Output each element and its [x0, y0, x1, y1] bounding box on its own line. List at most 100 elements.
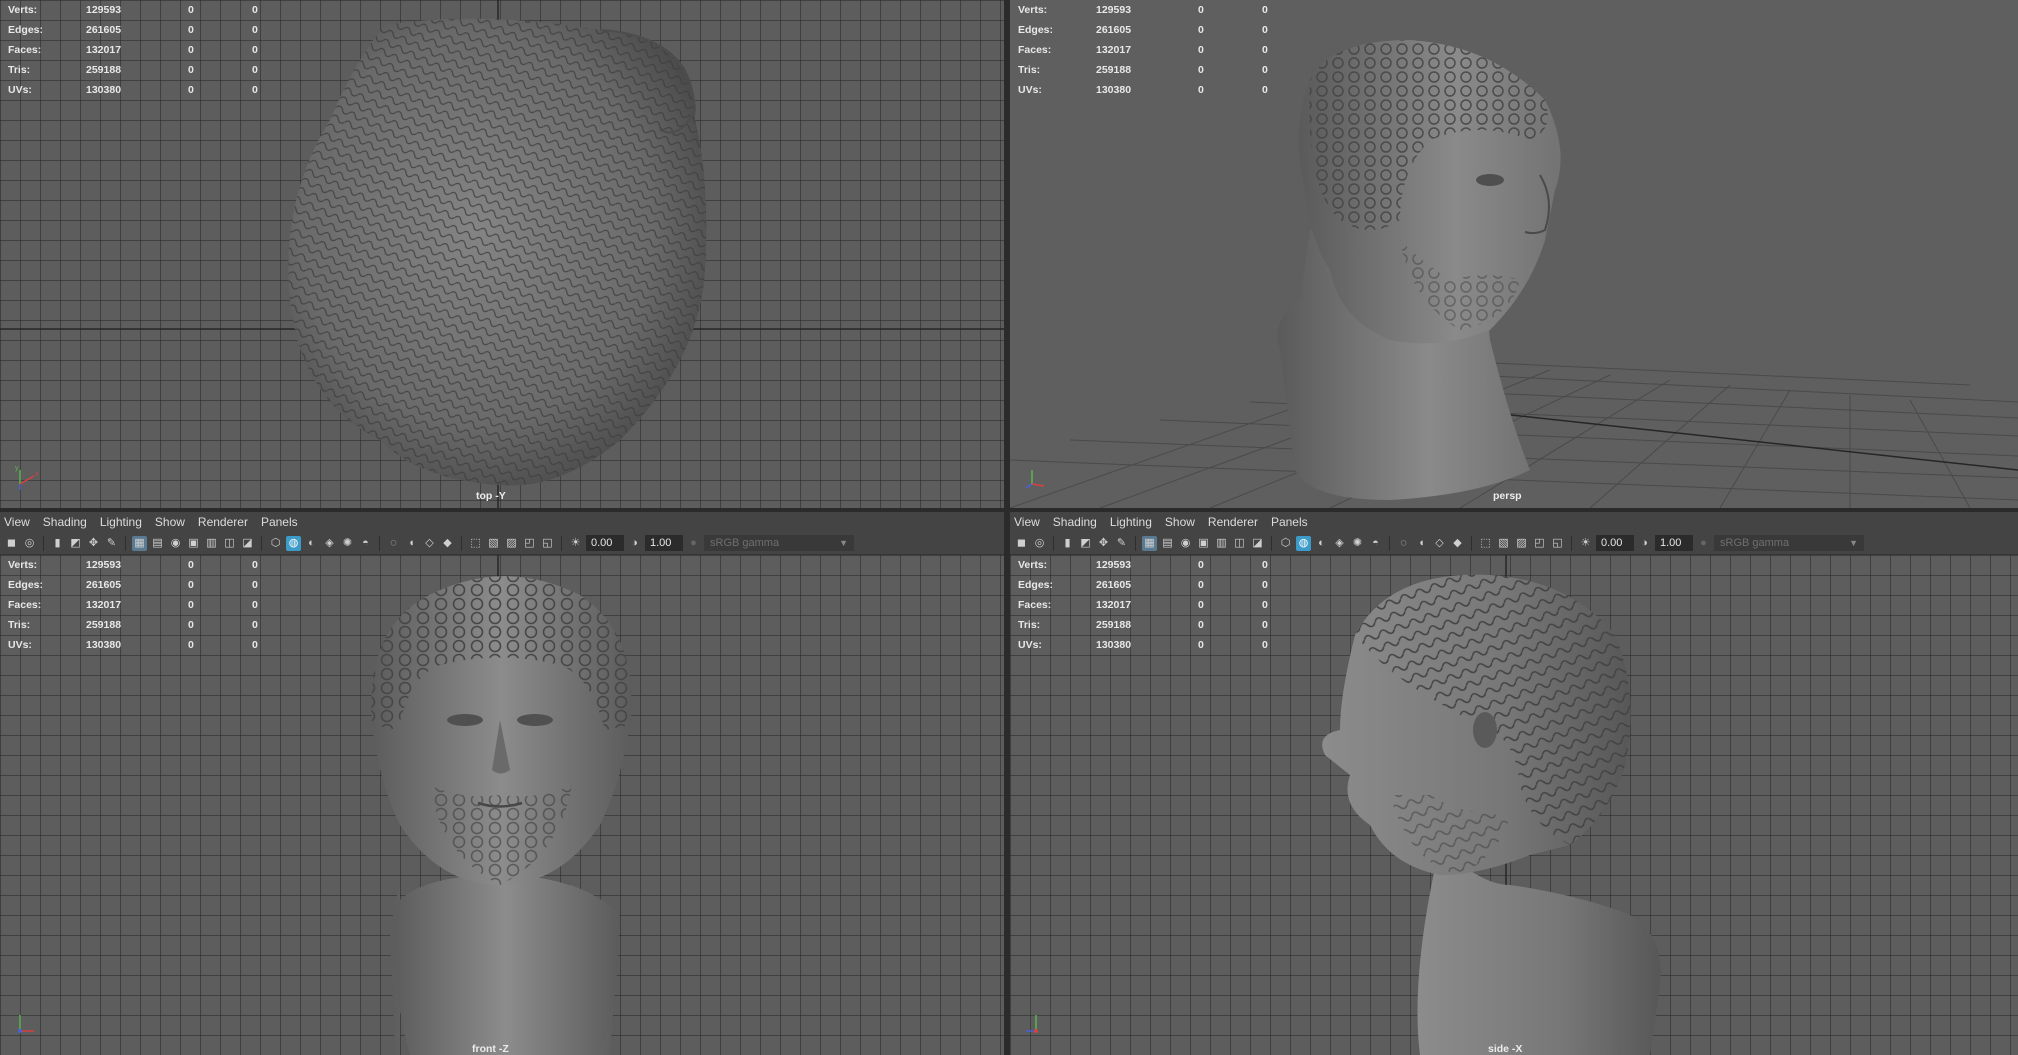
panel-menu-shading[interactable]: Shading [39, 515, 96, 529]
xray-active-icon[interactable]: ▨ [1514, 536, 1529, 551]
shadows-icon[interactable]: ◓ [358, 536, 373, 551]
toolbar-separator [379, 535, 380, 551]
hud-cell-label: Edges: [8, 24, 44, 36]
panel-menu-view[interactable]: View [1010, 515, 1049, 529]
resolution-gate-icon[interactable]: ◉ [168, 536, 183, 551]
backface-culling-icon[interactable]: ◱ [1550, 536, 1565, 551]
safe-action-icon[interactable]: ◫ [1232, 536, 1247, 551]
bookmark-icon[interactable]: ▮ [50, 536, 65, 551]
exposure-icon[interactable]: ☀ [1578, 536, 1593, 551]
motion-blur-icon[interactable]: ◖ [404, 536, 419, 551]
field-chart-icon[interactable]: ▥ [1214, 536, 1229, 551]
image-plane-icon[interactable]: ◩ [1078, 536, 1093, 551]
axis-indicator-icon: y x [15, 465, 39, 490]
xray-icon[interactable]: ▧ [1496, 536, 1511, 551]
hud-cell-v1: 130380 [1096, 639, 1132, 651]
hud-cell-v1: 130380 [86, 639, 122, 651]
isolate-select-icon[interactable]: ⬚ [1478, 536, 1493, 551]
film-gate-icon[interactable]: ▤ [150, 536, 165, 551]
hud-cell-v2: 0 [1198, 24, 1204, 36]
select-camera-icon[interactable]: ◼ [4, 536, 19, 551]
smooth-shade-icon[interactable]: ◍ [286, 535, 301, 551]
use-all-lights-icon[interactable]: ✺ [1350, 536, 1365, 551]
shadows-icon[interactable]: ◓ [1368, 536, 1383, 551]
resolution-gate-icon[interactable]: ◉ [1178, 536, 1193, 551]
motion-blur-icon[interactable]: ◖ [1414, 536, 1429, 551]
xray-joints-icon[interactable]: ◰ [522, 536, 537, 551]
default-material-icon[interactable]: ◐ [1314, 536, 1329, 551]
panel-menu-view[interactable]: View [0, 515, 39, 529]
panel-menu-shading[interactable]: Shading [1049, 515, 1106, 529]
camera-attributes-icon[interactable]: ◎ [1032, 536, 1047, 551]
panel-menu-panels[interactable]: Panels [1267, 515, 1317, 529]
hud-rows: Verts: 129593 0 0 Edges: 261605 0 0 Faces: 132017… [1014, 0, 1302, 100]
gate-mask-icon[interactable]: ▣ [1196, 536, 1211, 551]
screen-space-ao-icon[interactable]: ◌ [386, 536, 401, 551]
screen-space-ao-icon[interactable]: ◌ [1396, 536, 1411, 551]
hud-row: UVs: 130380 0 0 [4, 635, 292, 655]
gate-mask-icon[interactable]: ▣ [186, 536, 201, 551]
backface-culling-icon[interactable]: ◱ [540, 536, 555, 551]
use-all-lights-icon[interactable]: ✺ [340, 536, 355, 551]
grease-pencil-icon[interactable]: ✎ [104, 536, 119, 551]
textured-icon[interactable]: ◈ [1332, 536, 1347, 551]
bookmark-icon[interactable]: ▮ [1060, 536, 1075, 551]
select-camera-icon[interactable]: ◼ [1014, 536, 1029, 551]
safe-title-icon[interactable]: ◪ [240, 536, 255, 551]
view-transform-dropdown[interactable]: sRGB gamma ▼ [1714, 535, 1864, 551]
isolate-select-icon[interactable]: ⬚ [468, 536, 483, 551]
2d-pan-zoom-icon[interactable]: ✥ [86, 536, 101, 551]
toolbar-separator [461, 535, 462, 551]
xray-active-icon[interactable]: ▨ [504, 536, 519, 551]
viewport-divider-horizontal[interactable] [0, 508, 2018, 512]
panel-menu-lighting[interactable]: Lighting [1106, 515, 1161, 529]
exposure-icon[interactable]: ☀ [568, 536, 583, 551]
gamma-field[interactable]: 1.00 [1655, 535, 1693, 551]
hud-cell-v3: 0 [1262, 639, 1268, 651]
panel-menu-panels[interactable]: Panels [257, 515, 307, 529]
panel-menu-renderer[interactable]: Renderer [1204, 515, 1267, 529]
xray-icon[interactable]: ▧ [486, 536, 501, 551]
safe-action-icon[interactable]: ◫ [222, 536, 237, 551]
camera-attributes-icon[interactable]: ◎ [22, 536, 37, 551]
multisample-aa-icon[interactable]: ◇ [422, 536, 437, 551]
panel-menu-show[interactable]: Show [1161, 515, 1204, 529]
image-plane-icon[interactable]: ◩ [68, 536, 83, 551]
viewport-persp[interactable]: Verts: 129593 0 0 Edges: 261605 0 0 Faces: 132017… [1010, 0, 2018, 508]
viewport-top[interactable]: Verts: 129593 0 0 Edges: 261605 0 0 Faces: 132017… [0, 0, 1004, 508]
viewport-side[interactable]: Verts: 129593 0 0 Edges: 261605 0 0 Faces: 132017… [1010, 555, 2018, 1055]
gamma-icon[interactable]: ◑ [1637, 536, 1652, 551]
hud-cell-label: UVs: [8, 84, 32, 96]
gamma-icon[interactable]: ◑ [627, 536, 642, 551]
multisample-aa-icon[interactable]: ◇ [1432, 536, 1447, 551]
wireframe-icon[interactable]: ⬡ [1278, 536, 1293, 551]
wireframe-icon[interactable]: ⬡ [268, 536, 283, 551]
color-management-icon[interactable]: ● [1696, 536, 1711, 551]
depth-of-field-icon[interactable]: ◆ [1450, 536, 1465, 551]
field-chart-icon[interactable]: ▥ [204, 536, 219, 551]
grid-icon[interactable]: ▦ [1142, 535, 1157, 551]
grease-pencil-icon[interactable]: ✎ [1114, 536, 1129, 551]
grid-icon[interactable]: ▦ [132, 535, 147, 551]
hud-row: Tris: 259188 0 0 [4, 615, 292, 635]
color-management-icon[interactable]: ● [686, 536, 701, 551]
panel-menu-lighting[interactable]: Lighting [96, 515, 151, 529]
exposure-field[interactable]: 0.00 [586, 535, 624, 551]
smooth-shade-icon[interactable]: ◍ [1296, 535, 1311, 551]
xray-joints-icon[interactable]: ◰ [1532, 536, 1547, 551]
hud-cell-label: Verts: [8, 559, 38, 571]
viewport-front[interactable]: Verts: 129593 0 0 Edges: 261605 0 0 Faces: 132017… [0, 555, 1004, 1055]
exposure-field[interactable]: 0.00 [1596, 535, 1634, 551]
viewport-divider-vertical[interactable] [1004, 0, 1010, 1055]
panel-menu-renderer[interactable]: Renderer [194, 515, 257, 529]
2d-pan-zoom-icon[interactable]: ✥ [1096, 536, 1111, 551]
view-transform-dropdown[interactable]: sRGB gamma ▼ [704, 535, 854, 551]
safe-title-icon[interactable]: ◪ [1250, 536, 1265, 551]
gamma-field[interactable]: 1.00 [645, 535, 683, 551]
default-material-icon[interactable]: ◐ [304, 536, 319, 551]
depth-of-field-icon[interactable]: ◆ [440, 536, 455, 551]
hud-cell-v3: 0 [1262, 24, 1268, 36]
panel-menu-show[interactable]: Show [151, 515, 194, 529]
film-gate-icon[interactable]: ▤ [1160, 536, 1175, 551]
textured-icon[interactable]: ◈ [322, 536, 337, 551]
